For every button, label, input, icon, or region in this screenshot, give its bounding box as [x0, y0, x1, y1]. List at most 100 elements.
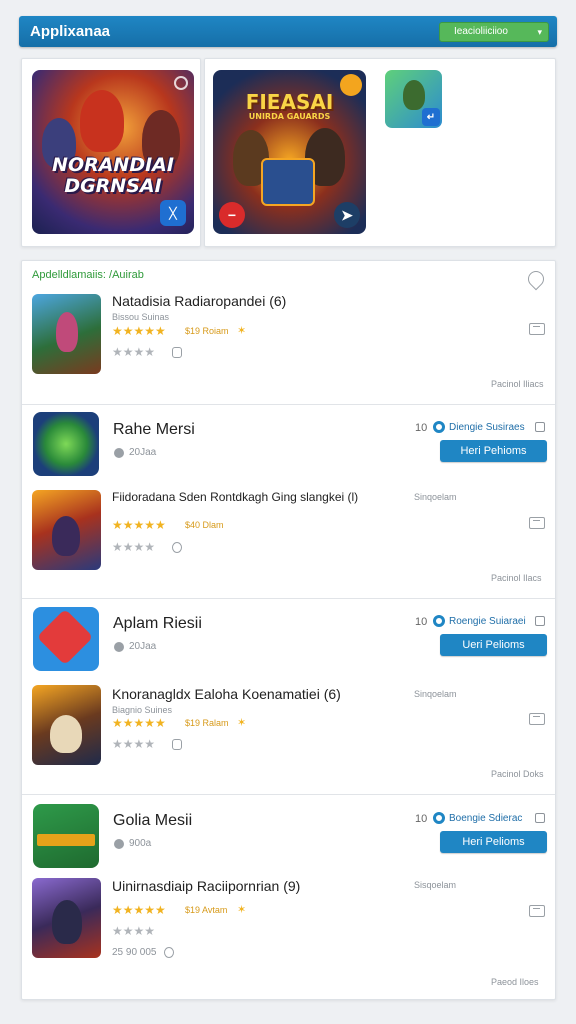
banner-title: FIEASAI: [245, 90, 334, 114]
app-side-text: Sinqoelam: [414, 492, 457, 502]
option-count: 10: [415, 616, 428, 628]
option-count: 10: [415, 422, 428, 434]
app-icon[interactable]: [32, 490, 101, 570]
logo-shape: [36, 608, 94, 666]
app-name[interactable]: Rahe Mersi: [113, 421, 195, 439]
app-name[interactable]: Fiidoradana Sden Rontdkagh Ging slangkei…: [112, 490, 358, 504]
app-header: Applixanaa Ieacioliiciioo ▾: [19, 16, 557, 47]
app-icon[interactable]: [33, 412, 99, 476]
bookmark-icon[interactable]: [529, 713, 545, 725]
list-footer-text: Paeod Iloes: [491, 977, 539, 987]
price-label: $19 Avtam: [185, 905, 228, 915]
clock-icon: [114, 642, 124, 652]
price-label: $19 Roiam: [185, 326, 229, 336]
option-count: 10: [415, 813, 428, 825]
banner-subtitle: DGRNSAI: [64, 175, 162, 197]
empty-star-rating: ★★★★: [112, 540, 156, 554]
hero-figure: [80, 90, 124, 152]
header-menu-label: Ieacioliiciioo: [454, 26, 508, 37]
option-label[interactable]: Boengie Sdierac: [449, 813, 522, 824]
sparkle-icon: ✶: [237, 325, 247, 337]
remove-icon[interactable]: −: [219, 202, 245, 228]
list-footer-text: Pacinol Doks: [491, 769, 544, 779]
location-icon[interactable]: [524, 267, 548, 291]
star-rating: ★★★★★: [112, 324, 166, 338]
option-label[interactable]: Roengie Suiaraei: [449, 616, 526, 627]
list-header: Apdelldlamaiis: /Auirab: [32, 269, 144, 281]
action-button[interactable]: Heri Pehioms: [440, 440, 547, 462]
price-label: $19 Ralam: [185, 718, 229, 728]
game-cube: [261, 158, 315, 206]
list-footer-text: Pacinol Ilacs: [491, 573, 542, 583]
banner-title: NORANDIAI: [52, 154, 174, 176]
sparkle-icon: ✶: [237, 717, 247, 729]
bookmark-icon[interactable]: [529, 323, 545, 335]
copy-icon[interactable]: [535, 616, 545, 626]
share-icon[interactable]: ↵: [422, 108, 440, 126]
divider: [22, 598, 555, 599]
hero-figure: [50, 715, 82, 753]
bookmark-icon[interactable]: [529, 905, 545, 917]
option-label[interactable]: Diengie Susiraes: [449, 422, 525, 433]
divider: [22, 794, 555, 795]
featured-banner-3[interactable]: ↵: [385, 70, 442, 128]
featured-card-right: FIEASAI UNIRDA GAUARDS − ➤ ↵: [204, 58, 556, 247]
badge-icon: [340, 74, 362, 96]
app-developer: Biagnio Suines: [112, 705, 173, 715]
app-meta: 20Jaa: [129, 447, 157, 458]
action-button[interactable]: Heri Pelioms: [440, 831, 547, 853]
app-name[interactable]: Golia Mesii: [113, 812, 192, 830]
empty-star-rating: ★★★★: [112, 924, 156, 938]
option-radio[interactable]: [433, 421, 445, 433]
hero-figure: [403, 80, 425, 110]
bookmark-icon[interactable]: [529, 517, 545, 529]
chevron-down-icon: ▾: [537, 27, 542, 37]
copy-icon[interactable]: [535, 813, 545, 823]
featured-banner-2[interactable]: FIEASAI UNIRDA GAUARDS − ➤: [213, 70, 366, 234]
price-label: $40 Dlam: [185, 520, 224, 530]
compass-icon[interactable]: [174, 76, 188, 90]
tag-icon: [172, 542, 182, 553]
app-side-text: Sinqoelam: [414, 689, 457, 699]
action-button[interactable]: Ueri Pelioms: [440, 634, 547, 656]
star-rating: ★★★★★: [112, 903, 166, 917]
empty-star-rating: ★★★★: [112, 345, 156, 359]
app-icon[interactable]: [32, 294, 101, 374]
app-name[interactable]: Aplam Riesii: [113, 615, 202, 633]
list-footer-text: Pacinol Iliacs: [491, 379, 544, 389]
x-icon[interactable]: ᚷ: [160, 200, 186, 226]
app-list: Apdelldlamaiis: /Auirab Natadisia Radiar…: [21, 260, 556, 1000]
clock-icon: [114, 839, 124, 849]
app-icon[interactable]: [32, 878, 101, 958]
hero-figure: [52, 900, 82, 944]
clock-icon: [114, 448, 124, 458]
app-name[interactable]: Knoranagldx Ealoha Koenamatiei (6): [112, 686, 341, 702]
app-title: Applixanaa: [30, 23, 111, 40]
tag-icon: [172, 347, 182, 358]
option-radio[interactable]: [433, 812, 445, 824]
option-radio[interactable]: [433, 615, 445, 627]
header-menu-button[interactable]: Ieacioliiciioo ▾: [439, 22, 549, 42]
app-stats: 25 90 005: [112, 947, 157, 958]
app-developer: Bissou Suinas: [112, 312, 170, 322]
featured-banner-1[interactable]: NORANDIAI DGRNSAI ᚷ: [32, 70, 194, 234]
copy-icon[interactable]: [535, 422, 545, 432]
tag-icon: [172, 739, 182, 750]
send-icon[interactable]: ➤: [334, 202, 360, 228]
empty-star-rating: ★★★★: [112, 737, 156, 751]
hero-figure: [56, 312, 78, 352]
app-icon[interactable]: [33, 804, 99, 868]
star-rating: ★★★★★: [112, 716, 166, 730]
app-icon[interactable]: [32, 685, 101, 765]
hero-figure: [52, 516, 80, 556]
divider: [22, 404, 555, 405]
app-meta: 900a: [129, 838, 152, 849]
app-name[interactable]: Natadisia Radiaropandei (6): [112, 293, 286, 309]
app-side-text: Sisqoelam: [414, 880, 457, 890]
logo-shape: [37, 834, 95, 846]
app-icon[interactable]: [33, 607, 99, 671]
sparkle-icon: ✶: [237, 904, 247, 916]
app-name[interactable]: Uinirnasdiaip Raciipornrian (9): [112, 878, 300, 894]
app-meta: 20Jaa: [129, 641, 157, 652]
star-rating: ★★★★★: [112, 518, 166, 532]
